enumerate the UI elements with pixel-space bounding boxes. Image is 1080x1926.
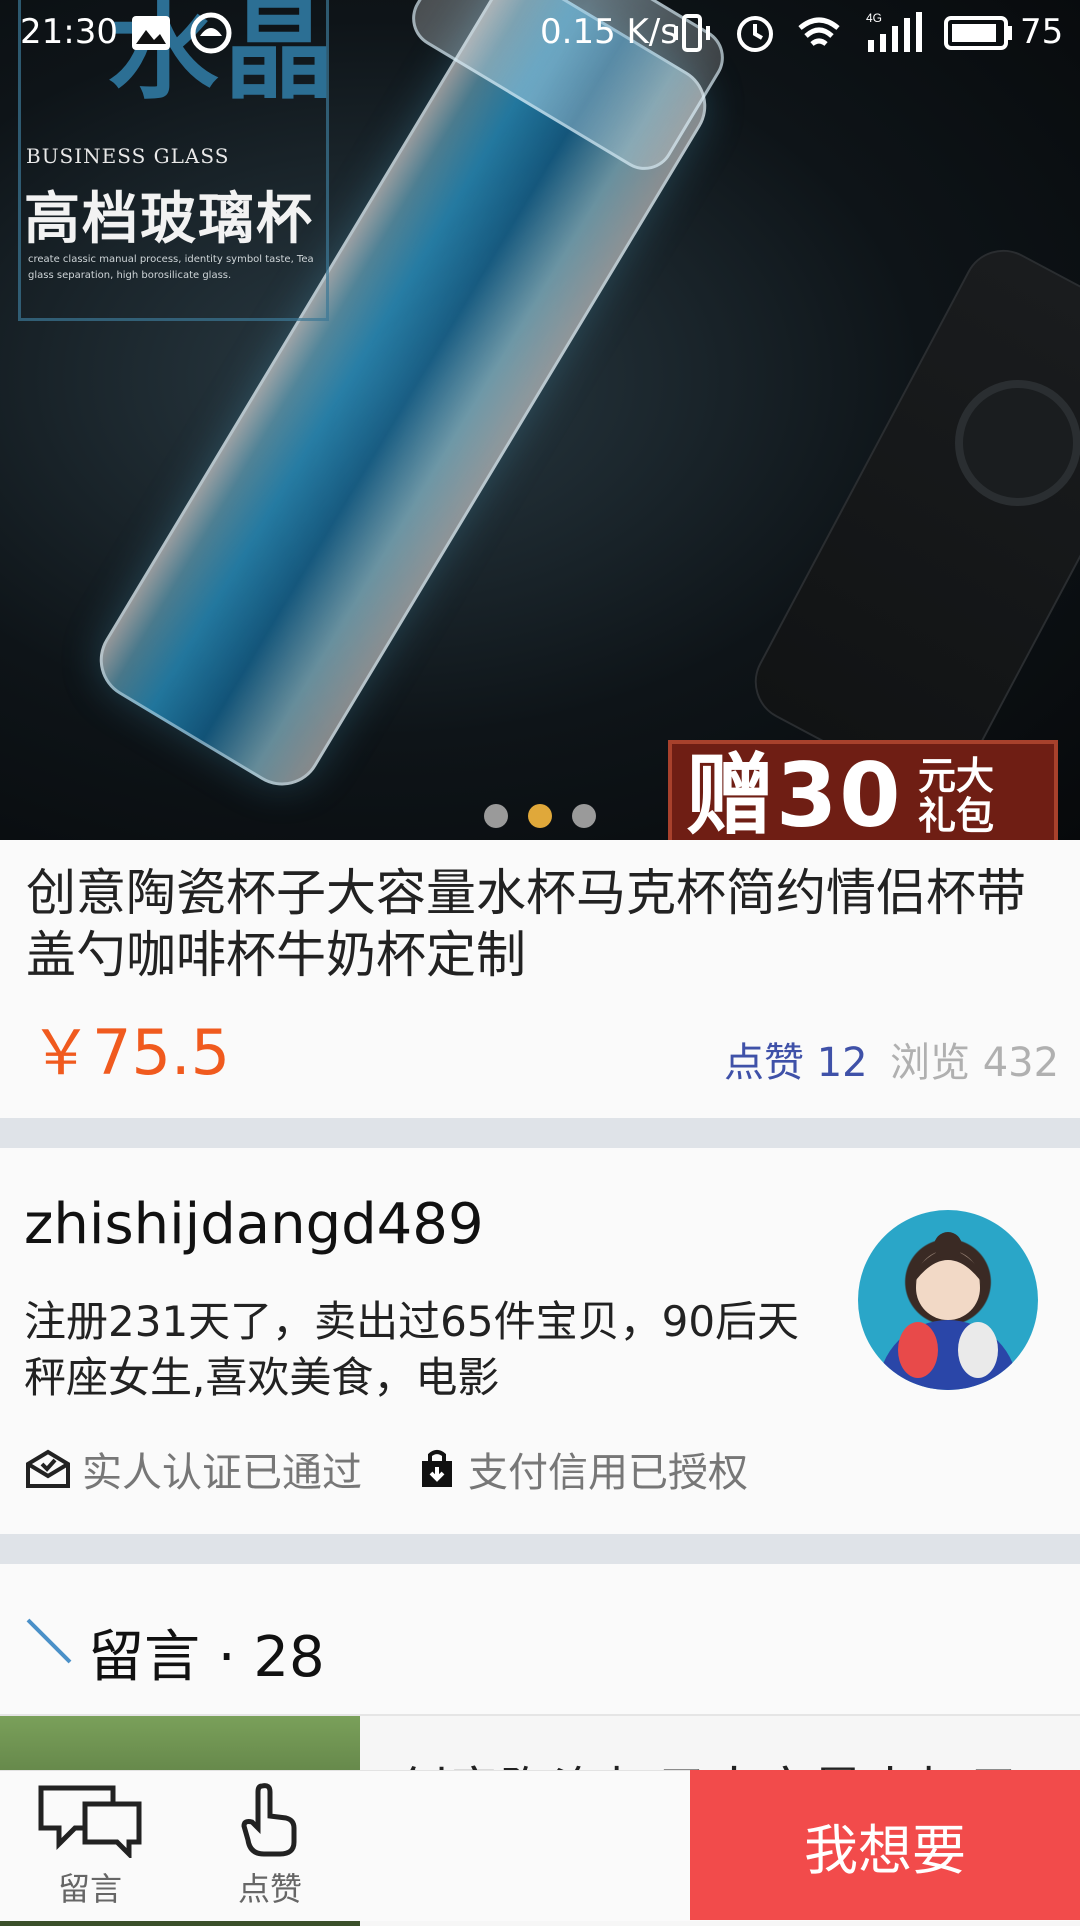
hand-pointer-icon: [241, 1783, 297, 1857]
app-notification-icon: [190, 12, 232, 54]
remote-control-image: [740, 235, 1080, 809]
cell-signal-icon: 4G: [866, 11, 922, 52]
gift-main-text: 赠30: [686, 744, 903, 841]
product-price: ￥75.5: [30, 1016, 231, 1089]
like-count: 点赞 12: [724, 1040, 868, 1086]
credit-bag-icon: [422, 1450, 452, 1487]
status-time: 21:30: [20, 12, 118, 52]
carousel-dot[interactable]: [484, 804, 508, 828]
section-accent-icon: [26, 1618, 72, 1664]
brand-chinese-text: 高档玻璃杯: [24, 187, 314, 252]
like-button-label: 点赞: [237, 1870, 302, 1908]
credit-authorized-label: 支付信用已授权: [468, 1450, 748, 1496]
status-bar: 21:30 0.15 K/s 4G 75: [0, 0, 1080, 66]
comment-button-label: 留言: [57, 1870, 122, 1908]
remote-dpad: [955, 380, 1080, 506]
identity-verified-label: 实人认证已通过: [82, 1450, 362, 1496]
view-count: 浏览 432: [890, 1040, 1060, 1086]
carousel-dot-active[interactable]: [528, 804, 552, 828]
brand-description: create classic manual process, identity …: [28, 254, 314, 281]
battery-level: 75: [1020, 12, 1064, 52]
section-divider: [0, 1534, 1080, 1564]
section-divider: [0, 1118, 1080, 1148]
seller-description: 注册231天了，卖出过65件宝贝，90后天秤座女生,喜欢美食，电影: [24, 1297, 800, 1402]
carousel-dot[interactable]: [572, 804, 596, 828]
want-button[interactable]: 我想要: [690, 1770, 1080, 1920]
comment-button[interactable]: 留言: [20, 1782, 160, 1910]
wifi-icon: [798, 17, 840, 46]
product-image-carousel[interactable]: 水晶 BUSINESS GLASS 高档玻璃杯 create classic m…: [0, 0, 1080, 840]
avatar-portrait: [878, 1232, 1018, 1390]
want-button-label: 我想要: [804, 1818, 966, 1882]
credit-authorized-badge: 支付信用已授权: [416, 1440, 748, 1498]
comments-title: 留言 · 28: [88, 1625, 325, 1690]
image-notification-icon: [132, 16, 170, 50]
vibrate-icon: [674, 14, 710, 52]
identity-verified-badge: 实人认证已通过: [24, 1440, 362, 1498]
svg-text:4G: 4G: [866, 11, 882, 25]
verified-envelope-icon: [26, 1449, 70, 1488]
product-title: 创意陶瓷杯子大容量水杯马克杯简约情侣杯带盖勺咖啡杯牛奶杯定制: [26, 864, 1026, 984]
alarm-icon: [737, 16, 773, 52]
gift-unit-text: 元大礼包: [918, 754, 995, 838]
battery-icon: [944, 16, 1012, 50]
seller-name[interactable]: zhishijdangd489: [24, 1192, 484, 1257]
comment-bubbles-icon: [38, 1785, 142, 1858]
like-button[interactable]: 点赞: [200, 1782, 340, 1910]
carousel-indicator: [484, 804, 596, 828]
network-speed: 0.15 K/s: [540, 12, 678, 52]
seller-avatar[interactable]: [858, 1210, 1038, 1390]
brand-english-text: BUSINESS GLASS: [26, 144, 230, 168]
